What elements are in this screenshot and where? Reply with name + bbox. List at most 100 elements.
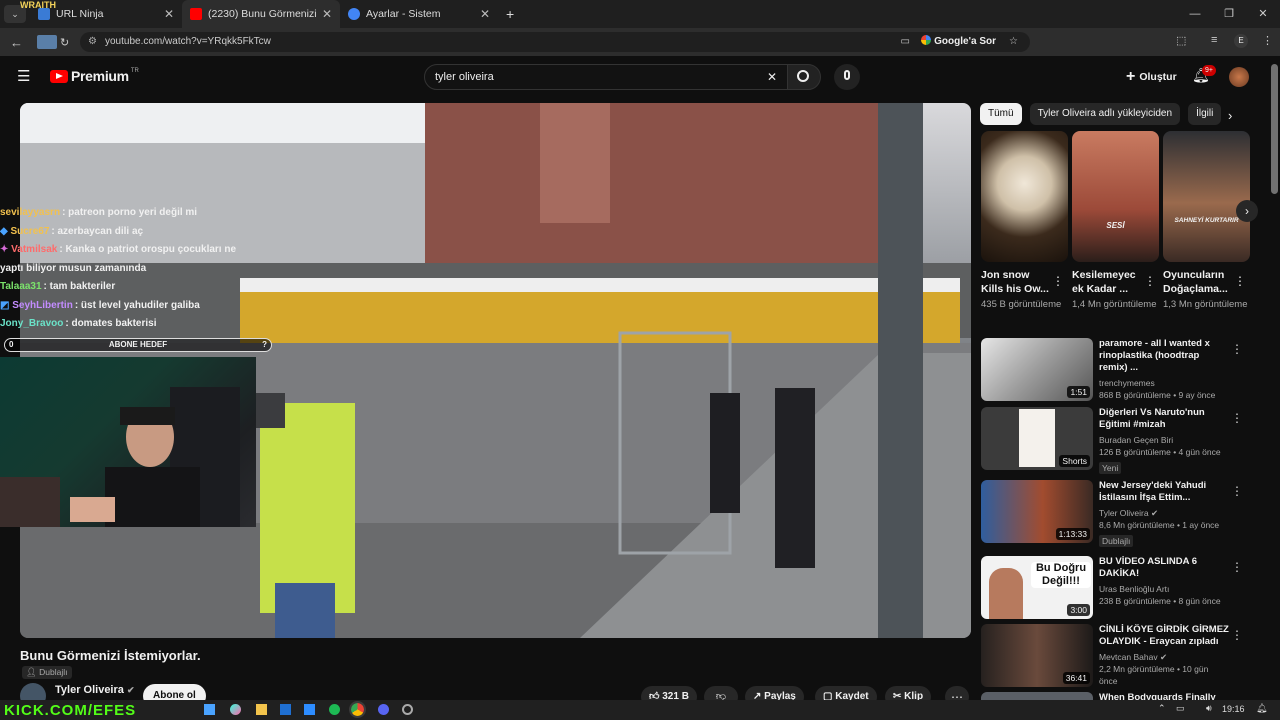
- shorts-shelf: Jon snow Kills his Ow... 435 B görüntüle…: [981, 131, 1250, 311]
- youtube-favicon: [190, 8, 202, 20]
- video-menu-icon[interactable]: ⋮: [1231, 342, 1243, 356]
- recommendation-item[interactable]: 1:13:33 New Jersey'deki Yahudi İstilasın…: [981, 480, 1251, 549]
- shorts-next-arrow-icon[interactable]: ›: [1236, 200, 1258, 222]
- video-thumbnail[interactable]: Shorts: [981, 407, 1093, 470]
- chat-message: ◩ SeyhLibertin: üst level yahudiler gali…: [0, 299, 200, 311]
- profile-avatar[interactable]: E: [1234, 34, 1248, 48]
- tab-youtube[interactable]: (2230) Bunu Görmenizi İstemiyo ✕: [182, 0, 340, 28]
- short-menu-icon[interactable]: ⋮: [1234, 274, 1246, 288]
- tab-preview-thumbnail: [37, 35, 57, 49]
- tab-settings[interactable]: Ayarlar - Sistem ✕: [340, 0, 498, 28]
- recommendation-item[interactable]: Bu Doğru Değil!!! 3:00 BU VİDEO ASLINDA 6…: [981, 556, 1251, 619]
- recommendation-item[interactable]: When Bodyguards Finally Fight: [981, 692, 1251, 700]
- windows-start-icon[interactable]: [204, 704, 215, 715]
- stream-watermark: KICK.COM/EFES: [4, 702, 137, 719]
- account-avatar[interactable]: [1229, 67, 1249, 87]
- app-icon[interactable]: [402, 704, 413, 715]
- close-window-icon[interactable]: ✕: [1246, 0, 1280, 28]
- extensions-icon[interactable]: ⬚: [1176, 34, 1186, 47]
- notifications-button[interactable]: 🔔︎ 9+: [1192, 65, 1216, 87]
- store-icon[interactable]: [304, 704, 315, 715]
- copilot-icon[interactable]: [230, 704, 241, 715]
- search-button[interactable]: [787, 64, 821, 90]
- google-icon: [921, 35, 932, 45]
- close-icon[interactable]: ✕: [480, 7, 490, 21]
- chip-from-uploader[interactable]: Tyler Oliveira adlı yükleyiciden: [1029, 103, 1181, 125]
- reading-list-icon[interactable]: ≡: [1211, 34, 1217, 46]
- youtube-play-icon: [50, 69, 68, 83]
- chat-message: ◆ Sucre67: azerbaycan dili aç: [0, 225, 144, 237]
- windows-taskbar: ⌃ ▭ 🔊︎ 19:16 🔔︎: [0, 700, 1280, 720]
- create-button[interactable]: + Oluştur: [1118, 64, 1185, 90]
- outlook-icon[interactable]: [280, 704, 291, 715]
- clear-search-icon[interactable]: ✕: [767, 65, 777, 89]
- window-controls: — ❐ ✕: [1178, 0, 1280, 28]
- new-tab-icon[interactable]: +: [506, 6, 514, 22]
- browser-tab-bar: ⌄ URL Ninja ✕ (2230) Bunu Görmenizi İste…: [0, 0, 1280, 28]
- chat-message: Jony_Bravoo: domates bakterisi: [0, 318, 157, 329]
- chips-next-arrow-icon[interactable]: ›: [1228, 108, 1232, 123]
- close-icon[interactable]: ✕: [322, 7, 332, 21]
- short-thumbnail[interactable]: [981, 131, 1068, 262]
- subscriber-goal-bar: 0 ABONE HEDEF ?: [4, 338, 272, 352]
- hamburger-menu-icon[interactable]: ☰: [17, 67, 30, 85]
- video-thumbnail[interactable]: 1:13:33: [981, 480, 1093, 543]
- short-menu-icon[interactable]: ⋮: [1144, 274, 1156, 288]
- video-menu-icon[interactable]: ⋮: [1231, 560, 1243, 574]
- video-menu-icon[interactable]: ⋮: [1231, 411, 1243, 425]
- clock[interactable]: 19:16: [1222, 704, 1245, 714]
- chat-badge-icon: ◆: [0, 225, 11, 237]
- video-thumbnail[interactable]: 36:41: [981, 624, 1093, 687]
- video-thumbnail[interactable]: [981, 692, 1093, 700]
- url-bar[interactable]: ⚙ youtube.com/watch?v=YRqkk5FkTcw ▭ Goog…: [80, 32, 1030, 52]
- discord-icon[interactable]: [378, 704, 389, 715]
- verified-icon: ✔: [126, 685, 135, 695]
- site-info-icon[interactable]: ⚙: [88, 32, 97, 52]
- short-thumbnail[interactable]: SESİ: [1072, 131, 1159, 262]
- wraith-logo: WRAITH: [20, 0, 56, 10]
- streamer-webcam: [0, 357, 256, 527]
- recommendation-item[interactable]: 1:51 paramore - all I wanted x rinoplast…: [981, 338, 1251, 401]
- back-icon[interactable]: ←: [10, 35, 23, 50]
- network-icon[interactable]: ▭: [1176, 703, 1185, 714]
- maximize-icon[interactable]: ❐: [1212, 0, 1246, 28]
- browser-menu-icon[interactable]: ⋮: [1262, 34, 1273, 47]
- dubbed-badge: 👤︎ Dublajlı: [22, 666, 72, 679]
- stream-chat-overlay: sevilayyasrn: patreon porno yeri değil m…: [0, 204, 260, 334]
- chip-related[interactable]: İlgili: [1188, 103, 1222, 125]
- webcam-frame: [0, 387, 240, 527]
- notification-badge: 9+: [1202, 65, 1216, 76]
- close-icon[interactable]: ✕: [164, 7, 174, 21]
- volume-icon[interactable]: 🔊︎: [1206, 703, 1212, 714]
- recommendation-item[interactable]: Shorts Diğerleri Vs Naruto'nun Eğitimi #…: [981, 407, 1251, 476]
- tray-up-icon[interactable]: ⌃: [1158, 703, 1166, 714]
- bookmark-star-icon[interactable]: ☆: [1009, 32, 1018, 52]
- file-explorer-icon[interactable]: [256, 704, 267, 715]
- video-menu-icon[interactable]: ⋮: [1231, 628, 1243, 642]
- verified-icon: ✔: [1159, 652, 1168, 662]
- voice-search-button[interactable]: [834, 64, 860, 90]
- video-thumbnail[interactable]: Bu Doğru Değil!!! 3:00: [981, 556, 1093, 619]
- notification-center-icon[interactable]: 🔔︎: [1256, 703, 1267, 714]
- recommendation-item[interactable]: 36:41 CİNLİ KÖYE GİRDİK GİRMEZ OLAYDIK -…: [981, 624, 1251, 687]
- page-scrollbar[interactable]: [1271, 64, 1278, 194]
- google-ask-button[interactable]: Google'a Sor: [921, 32, 996, 52]
- chip-all[interactable]: Tümü: [980, 103, 1022, 125]
- short-thumbnail[interactable]: SAHNEYİ KURTARIR: [1163, 131, 1250, 262]
- youtube-logo[interactable]: Premium TR: [50, 68, 139, 84]
- short-menu-icon[interactable]: ⋮: [1052, 274, 1064, 288]
- search-input[interactable]: tyler oliveira ✕: [424, 64, 790, 90]
- video-menu-icon[interactable]: ⋮: [1231, 484, 1243, 498]
- plus-icon: +: [1126, 68, 1136, 85]
- channel-name[interactable]: Tyler Oliveira ✔: [55, 684, 135, 696]
- settings-favicon: [348, 8, 360, 20]
- spotify-icon[interactable]: [329, 704, 340, 715]
- chrome-icon[interactable]: [349, 701, 366, 718]
- dub-icon: 👤︎: [26, 667, 37, 677]
- minimize-icon[interactable]: —: [1178, 0, 1212, 28]
- video-title: Bunu Görmenizi İstemiyorlar.: [20, 648, 201, 663]
- reload-icon[interactable]: ↻: [60, 36, 69, 49]
- install-icon[interactable]: ▭: [901, 32, 910, 52]
- video-thumbnail[interactable]: 1:51: [981, 338, 1093, 401]
- filter-chips: Tümü Tyler Oliveira adlı yükleyiciden İl…: [980, 103, 1222, 125]
